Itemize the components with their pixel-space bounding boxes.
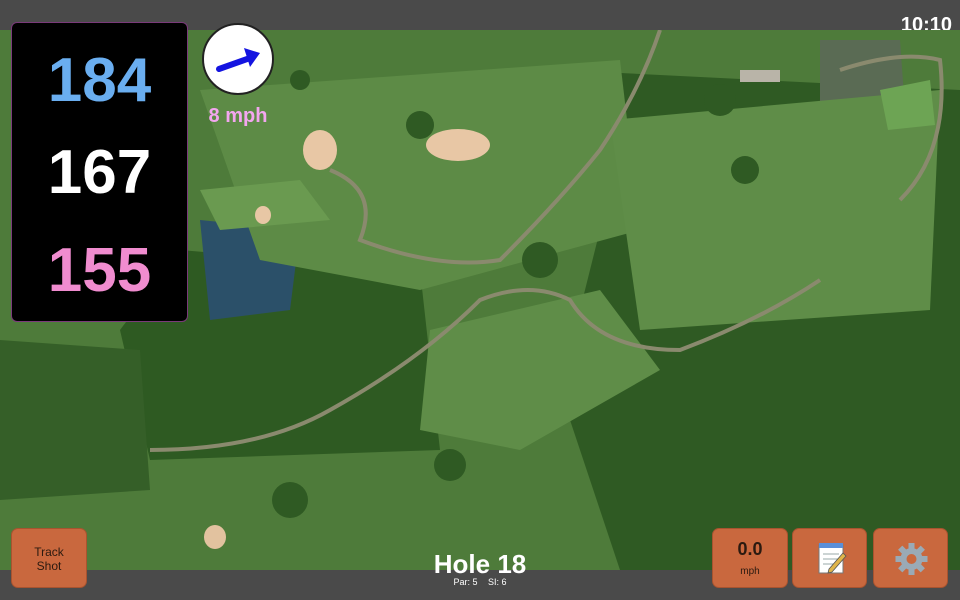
notepad-icon — [818, 543, 847, 574]
hole-par: Par: 5 — [453, 577, 478, 587]
track-shot-label-line1: Track — [34, 545, 64, 559]
settings-button[interactable] — [873, 528, 948, 588]
speed-button[interactable]: 0.0 mph — [712, 528, 788, 588]
hole-meta: Par: 5 SI: 6 — [380, 577, 580, 587]
back-yardage: 184 — [47, 46, 152, 115]
arrow-icon — [216, 48, 260, 72]
front-yardage: 155 — [47, 236, 152, 305]
speed-value: 0.0 — [737, 539, 763, 559]
track-shot-button[interactable]: Track Shot — [11, 528, 87, 588]
notes-button[interactable] — [792, 528, 867, 588]
track-shot-label-line2: Shot — [36, 559, 62, 573]
middle-yardage: 167 — [47, 138, 152, 207]
wind-speed: 8 mph — [208, 105, 268, 127]
wind-direction-indicator — [202, 23, 274, 95]
yardage-panel: 184 167 155 — [11, 22, 188, 322]
gear-icon — [895, 543, 928, 575]
speed-unit: mph — [740, 566, 760, 577]
hole-title: Hole 18 — [433, 549, 527, 579]
hole-stroke-index: SI: 6 — [488, 577, 507, 587]
